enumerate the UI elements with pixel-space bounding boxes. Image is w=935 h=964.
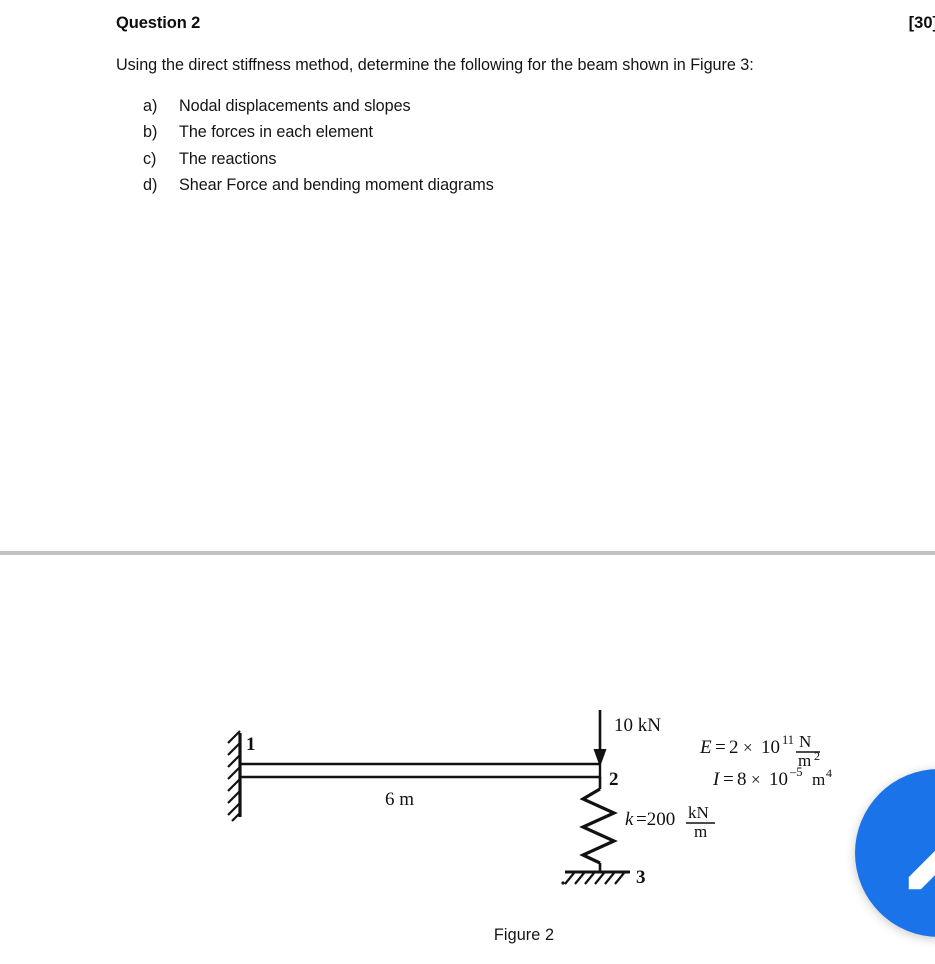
spring-unit-numerator: kN (688, 803, 709, 822)
node-label-1: 1 (246, 734, 256, 755)
figure-region: 1 6 m 10 kN 2 3 k =200 kN m E = 2 × 10 1… (0, 560, 935, 964)
span-dimension-label: 6 m (385, 789, 414, 810)
list-item: c) The reactions (143, 150, 494, 176)
list-item: b) The forces in each element (143, 123, 494, 149)
list-item-label: The forces in each element (179, 123, 373, 142)
beam-diagram: 1 6 m 10 kN 2 3 k =200 kN m E = 2 × 10 1… (227, 710, 832, 888)
property-exponent-E: 11 (782, 733, 794, 747)
spring-unit-denominator: m (694, 822, 707, 841)
property-equals-I: = (723, 769, 734, 790)
property-symbol-I: I (712, 769, 721, 790)
marks-badge: [30] (908, 14, 935, 32)
property-unit-exponent-I: 4 (826, 766, 832, 780)
ground-support (561, 870, 630, 885)
spring-equals-value: =200 (636, 809, 675, 830)
list-item-marker: d) (143, 176, 158, 195)
list-item: d) Shear Force and bending moment diagra… (143, 176, 494, 202)
property-base-E: 10 (761, 737, 780, 758)
fixed-support-wall (227, 730, 242, 822)
list-item-label: Shear Force and bending moment diagrams (179, 176, 494, 195)
figure-caption: Figure 2 (0, 926, 935, 945)
node-label-3: 3 (636, 867, 646, 888)
property-coefficient-E: 2 (729, 737, 739, 758)
point-load-arrow (593, 710, 607, 767)
list-item: a) Nodal displacements and slopes (143, 97, 494, 123)
spring-element (579, 777, 618, 872)
beam-member (240, 762, 602, 779)
question-prompt: Using the direct stiffness method, deter… (116, 56, 754, 74)
property-second-moment-area: I = 8 × 10 –5 m 4 (712, 765, 832, 790)
page-title: Question 2 (116, 14, 201, 32)
figure-caption-label: Figure 2 (493, 926, 555, 944)
sub-question-list: a) Nodal displacements and slopes b) The… (143, 97, 494, 203)
section-divider (0, 551, 935, 555)
node-label-2: 2 (609, 769, 619, 790)
spring-stiffness-label: k =200 kN m (625, 803, 715, 841)
question-header: Question 2 [30] (116, 14, 935, 33)
property-exponent-I: –5 (789, 765, 803, 779)
property-times-E: × (743, 738, 753, 757)
property-times-I: × (751, 770, 761, 789)
list-item-label: The reactions (179, 149, 277, 168)
property-unit-I: m (812, 770, 825, 789)
property-unit-numerator-E: N (799, 732, 811, 751)
property-symbol-E: E (699, 737, 712, 758)
pencil-icon (908, 850, 935, 890)
property-equals-E: = (715, 737, 726, 758)
list-item-label: Nodal displacements and slopes (179, 97, 411, 115)
list-item-marker: b) (143, 123, 158, 142)
spring-symbol: k (625, 809, 634, 830)
list-item-marker: c) (143, 149, 157, 168)
property-base-I: 10 (769, 769, 788, 790)
property-coefficient-I: 8 (737, 769, 747, 790)
point-load-label: 10 kN (614, 715, 661, 736)
property-unit-denominator-exponent-E: 2 (814, 749, 820, 763)
list-item-marker: a) (143, 97, 158, 115)
